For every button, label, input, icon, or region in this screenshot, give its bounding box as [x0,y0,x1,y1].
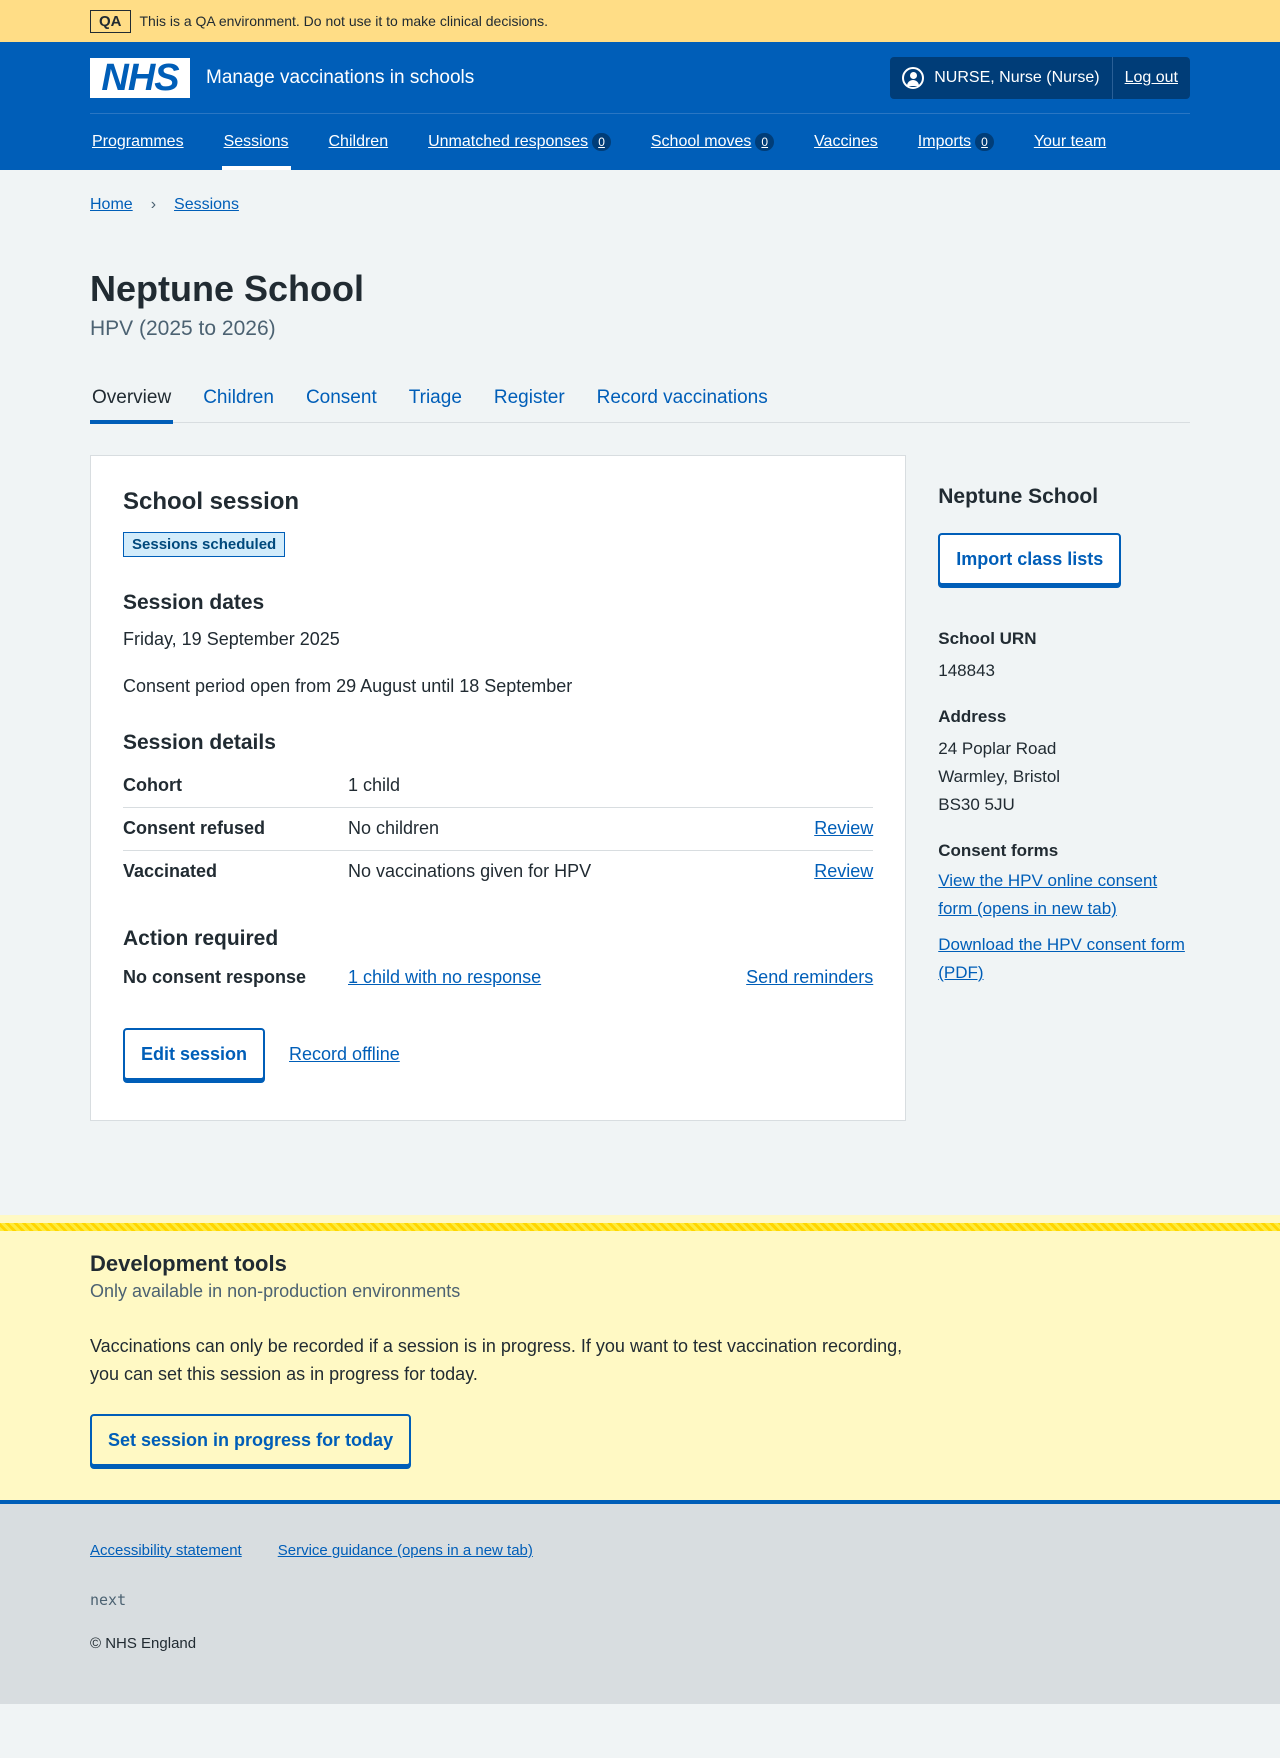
no-response-link[interactable]: 1 child with no response [348,967,541,987]
status-badge: Sessions scheduled [123,532,286,557]
session-details-list: Cohort 1 child Consent refused No childr… [123,765,874,894]
session-tabs: Overview Children Consent Triage Registe… [90,373,1190,424]
primary-nav: Programmes Sessions Children Unmatched r… [90,114,1190,170]
download-consent-form-link[interactable]: Download the HPV consent form (PDF) [938,931,1190,987]
accessibility-statement-link[interactable]: Accessibility statement [90,1542,242,1559]
service-name[interactable]: Manage vaccinations in schools [206,67,474,89]
qa-banner: QA This is a QA environment. Do not use … [0,0,1280,42]
review-consent-refused-link[interactable]: Review [814,818,873,838]
tab-overview[interactable]: Overview [90,373,174,424]
review-vaccinated-link[interactable]: Review [814,861,873,881]
user-icon [902,66,925,89]
action-required-heading: Action required [123,927,279,950]
session-card: School session Sessions scheduled Sessio… [90,455,907,1121]
chevron-right-icon: › [150,196,157,213]
card-title: School session [123,488,300,515]
account-user: NURSE, Nurse (Nurse) [890,56,1113,99]
breadcrumb: Home › Sessions [90,170,1190,214]
footer: Accessibility statement Service guidance… [0,1504,1280,1704]
nav-programmes[interactable]: Programmes [90,114,186,170]
dev-text: Vaccinations can only be recorded if a s… [90,1336,903,1384]
dev-title: Development tools [90,1251,287,1276]
address-label: Address [938,707,1007,726]
nav-sessions[interactable]: Sessions [221,114,291,170]
qa-banner-text: This is a QA environment. Do not use it … [139,13,549,29]
urn-label: School URN [938,629,1037,648]
session-details-heading: Session details [123,731,276,754]
table-row: Cohort 1 child [123,765,874,808]
service-guidance-link[interactable]: Service guidance (opens in a new tab) [278,1542,533,1559]
tab-consent[interactable]: Consent [304,373,379,423]
count-badge: 0 [755,133,775,151]
view-online-consent-form-link[interactable]: View the HPV online consent form (opens … [938,867,1190,923]
session-date: Friday, 19 September 2025 [123,629,340,649]
nav-children[interactable]: Children [327,114,391,170]
breadcrumb-home[interactable]: Home [90,196,133,214]
session-dates-heading: Session dates [123,591,265,614]
nav-unmatched-responses[interactable]: Unmatched responses 0 [426,114,613,170]
row-value: No vaccinations given for HPV [348,861,592,881]
row-key: Consent refused [123,807,348,851]
page-caption: HPV (2025 to 2026) [90,317,276,340]
tab-triage[interactable]: Triage [407,373,464,423]
nhs-logo[interactable]: NHS [90,57,190,98]
action-row: No consent response 1 child with no resp… [123,967,873,988]
count-badge: 0 [592,133,611,151]
row-key: Vaccinated [123,861,218,881]
development-tools: Development tools Only available in non-… [0,1215,1280,1500]
user-name: NURSE, Nurse (Nurse) [934,68,1100,86]
nav-your-team[interactable]: Your team [1032,114,1108,170]
nav-vaccines[interactable]: Vaccines [812,114,880,170]
address-value: 24 Poplar Road Warmley, Bristol BS30 5JU [938,739,1061,814]
qa-tag: QA [90,9,131,33]
brand[interactable]: NHS Manage vaccinations in schools [90,57,474,98]
sidebar-title: Neptune School [938,485,1099,508]
row-value: No children [348,807,771,851]
dev-subtitle: Only available in non-production environ… [90,1281,461,1301]
row-value: 1 child [348,765,771,808]
record-offline-link[interactable]: Record offline [289,1044,400,1065]
urn-value: 148843 [938,661,995,680]
table-row: Vaccinated No vaccinations given for HPV… [123,851,873,894]
table-row: Consent refused No children Review [123,807,874,851]
consent-forms-label: Consent forms [938,841,1059,860]
nav-school-moves[interactable]: School moves 0 [649,114,776,170]
footer-version: next [90,1591,127,1609]
edit-session-button[interactable]: Edit session [123,1028,266,1080]
header: NHS Manage vaccinations in schools NURSE… [0,42,1280,170]
tab-record-vaccinations[interactable]: Record vaccinations [595,373,770,423]
tab-children[interactable]: Children [201,373,276,423]
account-panel: NURSE, Nurse (Nurse) Log out [890,56,1190,99]
row-key: Cohort [123,765,348,808]
tab-register[interactable]: Register [492,373,567,423]
action-key: No consent response [123,967,307,987]
logout-link[interactable]: Log out [1113,69,1190,87]
page-title: Neptune School [90,268,365,309]
send-reminders-link[interactable]: Send reminders [746,967,873,988]
import-class-lists-button[interactable]: Import class lists [938,533,1122,585]
footer-copyright: © NHS England [90,1635,197,1652]
set-in-progress-button[interactable]: Set session in progress for today [90,1414,412,1466]
school-sidebar: Neptune School Import class lists School… [938,455,1190,1121]
breadcrumb-sessions[interactable]: Sessions [174,196,239,214]
count-badge: 0 [975,133,994,151]
nav-imports[interactable]: Imports 0 [916,114,996,170]
consent-period: Consent period open from 29 August until… [123,676,573,696]
